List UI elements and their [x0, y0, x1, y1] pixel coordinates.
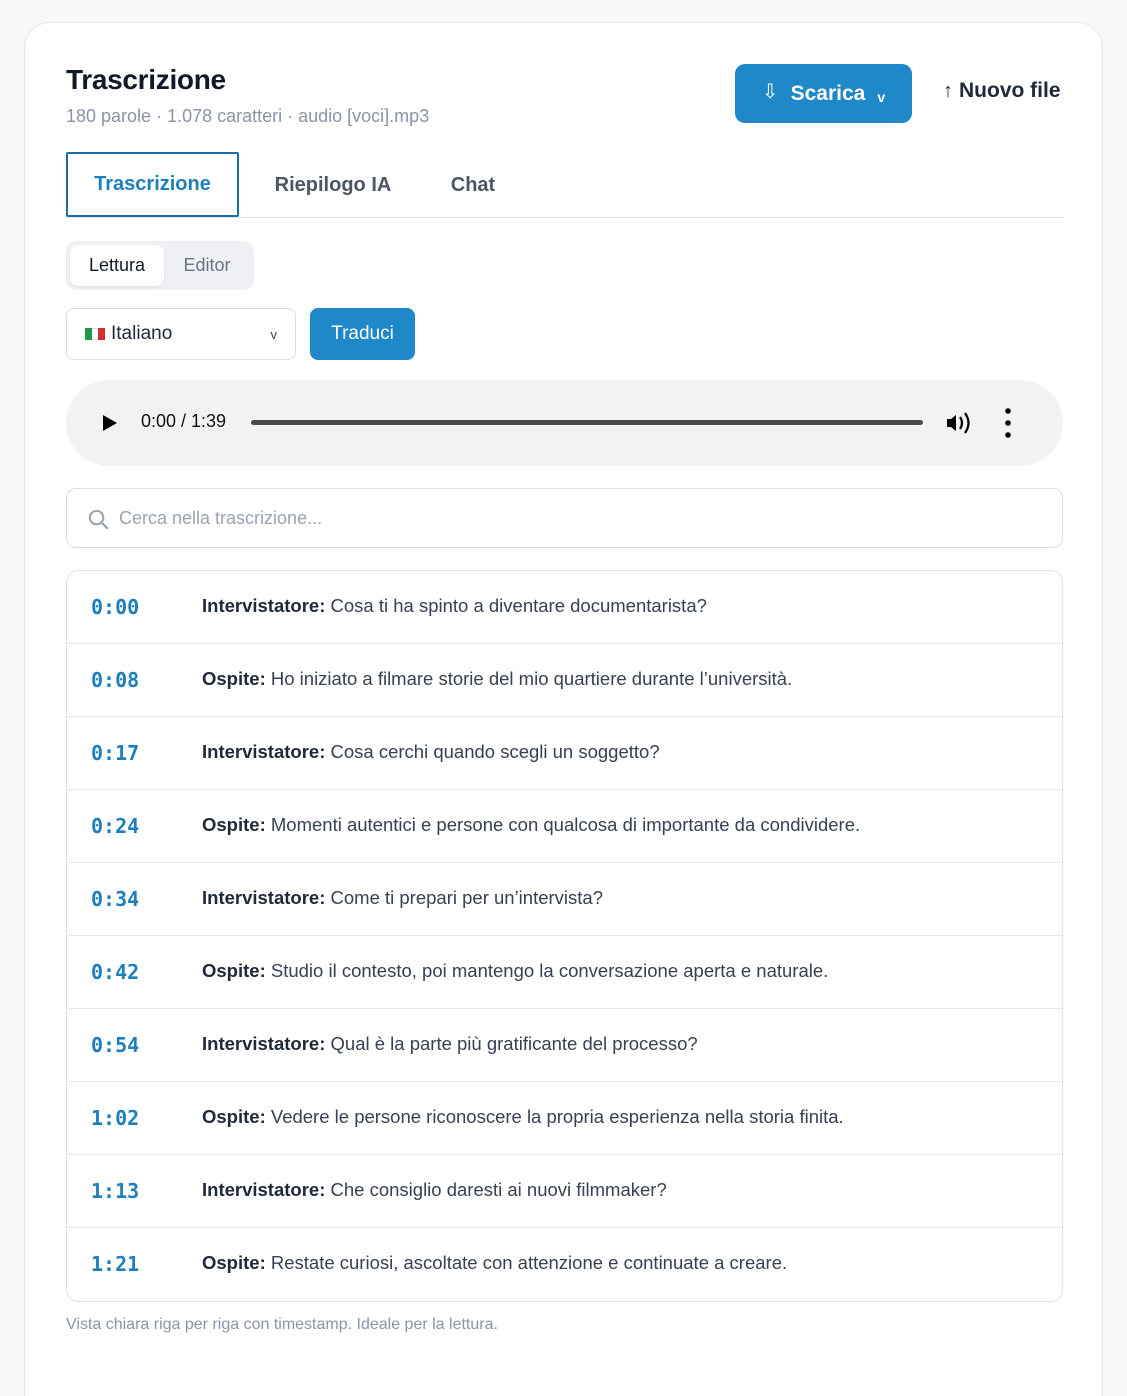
transcript-row: 0:42 Ospite: Studio il contesto, poi mant…	[67, 936, 1062, 1009]
more-vertical-icon[interactable]	[998, 406, 1018, 440]
transcript-line: Ospite: Ho iniziato a filmare storie del…	[202, 668, 792, 690]
tab-bar: Trascrizione Riepilogo IA Chat	[66, 152, 1063, 218]
utterance-text: Cosa cerchi quando scegli un soggetto?	[330, 741, 660, 762]
transcript-row: 1:02 Ospite: Vedere le persone riconoscer…	[67, 1082, 1062, 1155]
utterance-text: Restate curiosi, ascoltate con attenzion…	[270, 1252, 788, 1273]
volume-icon[interactable]	[944, 408, 974, 438]
chevron-down-icon: v	[877, 88, 886, 105]
tab-transcription[interactable]: Trascrizione	[66, 152, 239, 217]
transcript-search	[66, 488, 1063, 548]
language-label: Italiano	[111, 323, 173, 344]
view-mode-editor[interactable]: Editor	[164, 245, 250, 286]
timestamp-link[interactable]: 0:54	[91, 1033, 139, 1057]
tab-chat[interactable]: Chat	[430, 152, 516, 218]
transcript-line: Ospite: Restate curiosi, ascoltate con a…	[202, 1252, 787, 1274]
page-title: Trascrizione	[66, 64, 226, 95]
file-meta: 180 parole · 1.078 caratteri · audio [vo…	[66, 106, 430, 126]
playback-progress-bar[interactable]	[251, 420, 923, 425]
playback-time: 0:00 / 1:39	[141, 411, 227, 431]
audio-player: 0:00 / 1:39	[66, 380, 1063, 466]
timestamp-link[interactable]: 1:13	[91, 1179, 139, 1203]
speaker-label: Ospite:	[202, 1252, 266, 1273]
timestamp-link[interactable]: 1:02	[91, 1106, 139, 1130]
utterance-text: Che consiglio daresti ai nuovi filmmaker…	[330, 1179, 667, 1200]
transcript-row: 0:54 Intervistatore: Qual è la parte più …	[67, 1009, 1062, 1082]
view-mode-reading[interactable]: Lettura	[70, 245, 164, 286]
transcript-line: Ospite: Momenti autentici e persone con …	[202, 814, 860, 836]
utterance-text: Studio il contesto, poi mantengo la conv…	[270, 960, 829, 981]
speaker-label: Ospite:	[202, 1106, 266, 1127]
language-select[interactable]: Italiano v	[66, 308, 296, 360]
timestamp-link[interactable]: 0:00	[91, 595, 139, 619]
transcript-line: Intervistatore: Cosa cerchi quando scegl…	[202, 741, 660, 763]
transcript-line: Intervistatore: Qual è la parte più grat…	[202, 1033, 698, 1055]
utterance-text: Come ti prepari per un’intervista?	[330, 887, 604, 908]
download-label: Scarica	[790, 81, 866, 105]
timestamp-link[interactable]: 0:08	[91, 668, 139, 692]
transcript-row: 0:00 Intervistatore: Cosa ti ha spinto a …	[67, 571, 1062, 644]
play-icon[interactable]	[100, 411, 120, 435]
utterance-text: Ho iniziato a filmare storie del mio qua…	[270, 668, 793, 689]
transcript-list: 0:00 Intervistatore: Cosa ti ha spinto a …	[66, 570, 1063, 1302]
download-button[interactable]: ⇩ Scarica v	[735, 64, 912, 123]
timestamp-link[interactable]: 0:17	[91, 741, 139, 765]
speaker-label: Ospite:	[202, 668, 266, 689]
transcript-line: Intervistatore: Come ti prepari per un’i…	[202, 887, 603, 909]
speaker-label: Intervistatore:	[202, 595, 326, 616]
timestamp-link[interactable]: 0:24	[91, 814, 139, 838]
transcript-row: 0:24 Ospite: Momenti autentici e persone …	[67, 790, 1062, 863]
speaker-label: Intervistatore:	[202, 741, 326, 762]
utterance-text: Vedere le persone riconoscere la propria…	[270, 1106, 844, 1127]
italy-flag-icon	[85, 328, 106, 340]
timestamp-link[interactable]: 0:34	[91, 887, 139, 911]
transcript-line: Ospite: Vedere le persone riconoscere la…	[202, 1106, 844, 1128]
search-icon	[88, 509, 109, 530]
speaker-label: Ospite:	[202, 960, 266, 981]
transcript-row: 0:17 Intervistatore: Cosa cerchi quando s…	[67, 717, 1062, 790]
speaker-label: Intervistatore:	[202, 887, 326, 908]
utterance-text: Momenti autentici e persone con qualcosa…	[270, 814, 861, 835]
new-file-button[interactable]: ↑ Nuovo file	[943, 79, 1061, 103]
transcript-row: 0:08 Ospite: Ho iniziato a filmare storie…	[67, 644, 1062, 717]
transcript-row: 1:13 Intervistatore: Che consiglio darest…	[67, 1155, 1062, 1228]
download-icon: ⇩	[761, 81, 779, 103]
utterance-text: Cosa ti ha spinto a diventare documentar…	[330, 595, 707, 616]
view-mode-toggle: Lettura Editor	[66, 241, 254, 290]
transcript-line: Intervistatore: Cosa ti ha spinto a dive…	[202, 595, 707, 617]
translate-button[interactable]: Traduci	[310, 308, 415, 360]
arrow-up-icon: ↑	[943, 79, 953, 102]
transcript-card: Trascrizione 180 parole · 1.078 caratter…	[24, 22, 1103, 1396]
timestamp-link[interactable]: 1:21	[91, 1252, 139, 1276]
speaker-label: Intervistatore:	[202, 1033, 326, 1054]
transcript-line: Intervistatore: Che consiglio daresti ai…	[202, 1179, 667, 1201]
utterance-text: Qual è la parte più gratificante del pro…	[330, 1033, 698, 1054]
footer-note: Vista chiara riga per riga con timestamp…	[66, 1316, 498, 1333]
transcript-row: 0:34 Intervistatore: Come ti prepari per …	[67, 863, 1062, 936]
speaker-label: Ospite:	[202, 814, 266, 835]
transcript-line: Ospite: Studio il contesto, poi mantengo…	[202, 960, 828, 982]
transcript-row: 1:21 Ospite: Restate curiosi, ascoltate c…	[67, 1228, 1062, 1301]
new-file-label: Nuovo file	[959, 79, 1061, 102]
tab-ai-summary[interactable]: Riepilogo IA	[258, 152, 408, 218]
speaker-label: Intervistatore:	[202, 1179, 326, 1200]
search-input[interactable]	[119, 489, 1019, 547]
chevron-down-icon: v	[270, 327, 278, 342]
timestamp-link[interactable]: 0:42	[91, 960, 139, 984]
